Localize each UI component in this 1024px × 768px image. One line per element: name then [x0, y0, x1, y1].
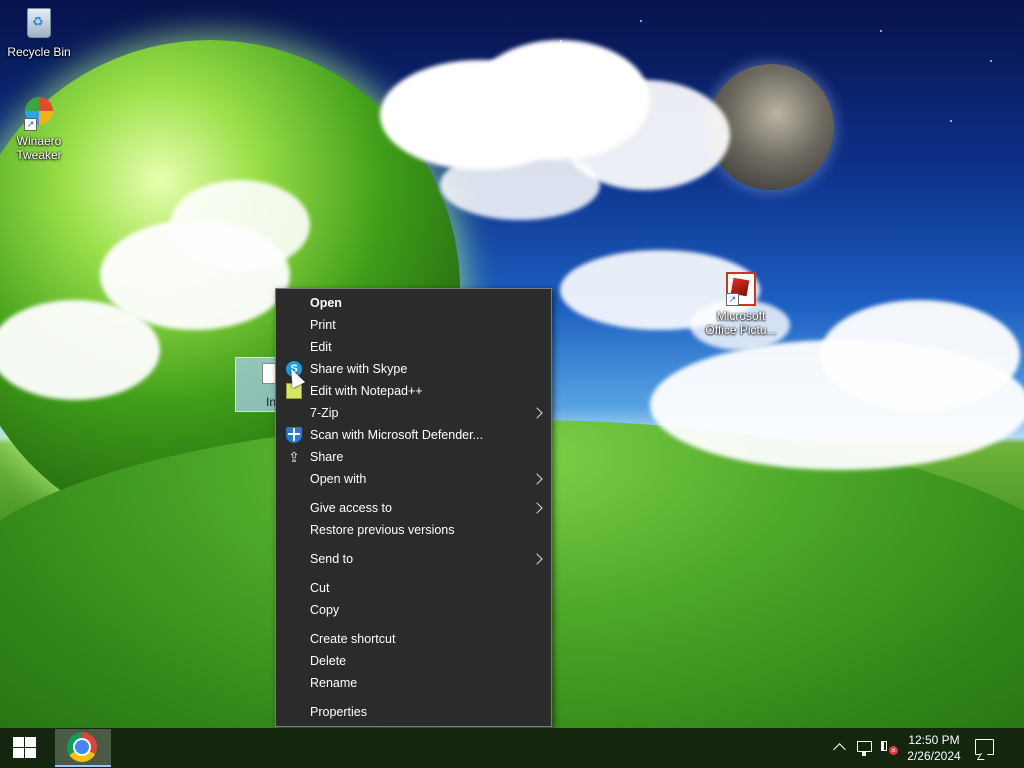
- share-icon: ⇪: [288, 449, 300, 465]
- volume-muted-icon[interactable]: ×: [878, 728, 898, 768]
- menu-item-edit[interactable]: Edit: [277, 336, 550, 358]
- menu-item-label: Create shortcut: [310, 632, 396, 646]
- menu-item-label: Edit with Notepad++: [310, 384, 423, 398]
- taskbar-app-chrome[interactable]: [55, 729, 111, 767]
- taskbar-clock[interactable]: 12:50 PM 2/26/2024: [904, 732, 964, 764]
- menu-item-label: Open with: [310, 472, 367, 486]
- menu-item-label: Share with Skype: [310, 362, 408, 376]
- menu-item-label: Edit: [310, 340, 332, 354]
- menu-item-open-with[interactable]: Open with: [277, 468, 550, 490]
- menu-item-edit-with-notepad-plus-plus[interactable]: Edit with Notepad++: [277, 380, 550, 402]
- desktop-icon-label: Winaero Tweaker: [16, 134, 62, 162]
- menu-item-label: Share: [310, 450, 344, 464]
- cloud: [170, 180, 310, 270]
- cloud: [440, 150, 600, 220]
- chrome-icon: [67, 732, 97, 762]
- desktop-icon-label: Recycle Bin: [7, 45, 71, 59]
- menu-item-label: Scan with Microsoft Defender...: [310, 428, 483, 442]
- menu-item-rename[interactable]: Rename: [277, 672, 550, 694]
- star: [950, 120, 952, 122]
- clock-time: 12:50 PM: [908, 733, 960, 747]
- menu-item-print[interactable]: Print: [277, 314, 550, 336]
- network-icon[interactable]: [855, 728, 875, 768]
- menu-item-give-access-to[interactable]: Give access to: [277, 497, 550, 519]
- menu-item-label: Cut: [310, 581, 330, 595]
- menu-item-restore-previous-versions[interactable]: Restore previous versions: [277, 519, 550, 541]
- cloud: [820, 300, 1020, 410]
- menu-item-delete[interactable]: Delete: [277, 650, 550, 672]
- menu-item-label: Give access to: [310, 501, 392, 515]
- menu-item-label: Properties: [310, 705, 367, 719]
- menu-item-scan-with-defender[interactable]: Scan with Microsoft Defender...: [277, 424, 550, 446]
- desktop-icon-office-picture-manager[interactable]: ↗ Microsoft Office Pictu...: [703, 272, 779, 337]
- clock-date: 2/26/2024: [907, 749, 961, 763]
- menu-item-7-zip[interactable]: 7-Zip: [277, 402, 550, 424]
- menu-item-label: Send to: [310, 552, 354, 566]
- desktop-icon-winaero-tweaker[interactable]: ↗ Winaero Tweaker: [1, 95, 77, 162]
- taskbar: × 12:50 PM 2/26/2024: [0, 728, 1024, 768]
- chevron-right-icon: [532, 551, 542, 567]
- menu-item-properties[interactable]: Properties: [277, 701, 550, 723]
- context-menu: Open Print Edit S Share with Skype Edit …: [275, 288, 552, 727]
- menu-item-label: 7-Zip: [310, 406, 339, 420]
- chevron-right-icon: [532, 500, 542, 516]
- menu-item-label: Print: [310, 318, 336, 332]
- menu-item-label: Restore previous versions: [310, 523, 455, 537]
- menu-item-cut[interactable]: Cut: [277, 577, 550, 599]
- star: [880, 30, 882, 32]
- windows-logo-icon: [13, 737, 37, 759]
- winaero-tweaker-icon: ↗: [22, 97, 56, 131]
- start-button[interactable]: [0, 728, 50, 768]
- menu-item-label: Copy: [310, 603, 340, 617]
- recycle-bin-icon: [22, 8, 56, 42]
- star: [640, 20, 642, 22]
- desktop-icon-recycle-bin[interactable]: Recycle Bin: [1, 6, 77, 59]
- chevron-right-icon: [532, 405, 542, 421]
- chevron-right-icon: [532, 471, 542, 487]
- notification-icon[interactable]: [975, 739, 994, 755]
- menu-item-open[interactable]: Open: [277, 292, 550, 314]
- menu-item-label: Delete: [310, 654, 347, 668]
- menu-item-label: Rename: [310, 676, 358, 690]
- menu-item-send-to[interactable]: Send to: [277, 548, 550, 570]
- menu-item-copy[interactable]: Copy: [277, 599, 550, 621]
- menu-item-share-with-skype[interactable]: S Share with Skype: [277, 358, 550, 380]
- menu-item-label: Open: [310, 296, 342, 310]
- star: [990, 60, 992, 62]
- office-picture-manager-icon: ↗: [724, 272, 758, 306]
- chevron-up-icon[interactable]: [832, 728, 848, 768]
- desktop-icon-label: Microsoft Office Pictu...: [705, 309, 777, 337]
- defender-shield-icon: [286, 427, 302, 443]
- menu-item-share[interactable]: ⇪ Share: [277, 446, 550, 468]
- menu-item-create-shortcut[interactable]: Create shortcut: [277, 628, 550, 650]
